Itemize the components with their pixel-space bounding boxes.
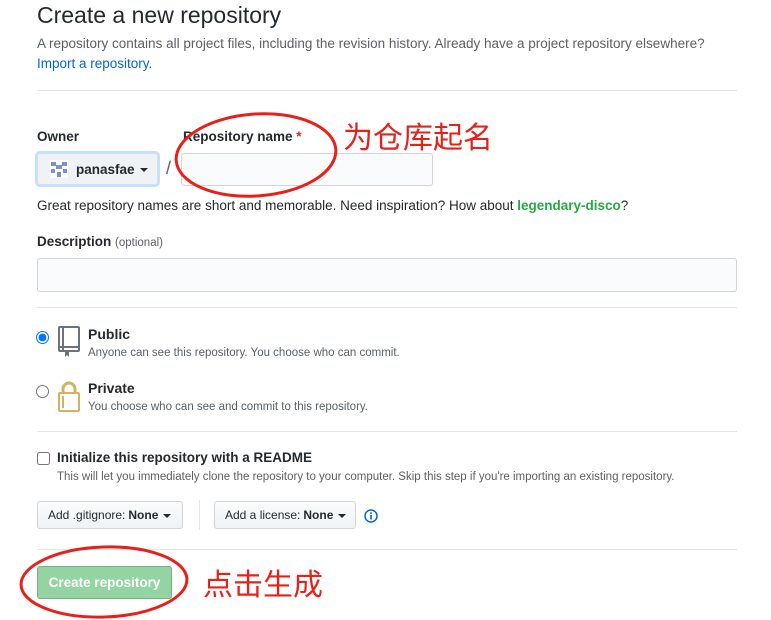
public-title[interactable]: Public [88, 326, 130, 342]
info-icon[interactable] [364, 509, 378, 523]
owner-repo-separator: / [166, 158, 172, 178]
divider [37, 307, 737, 308]
description-label-text: Description [37, 234, 112, 249]
annotation-name-note: 为仓库起名 [343, 121, 493, 156]
chevron-down-icon [139, 167, 148, 172]
create-repository-button[interactable]: Create repository [37, 566, 172, 599]
license-value: None [303, 508, 334, 522]
repository-name-input[interactable] [181, 153, 433, 186]
name-hint-text: Great repository names are short and mem… [37, 198, 514, 213]
description-input[interactable] [37, 258, 737, 292]
private-radio[interactable] [36, 385, 49, 398]
name-hint: Great repository names are short and mem… [37, 198, 628, 213]
name-suggestion-link[interactable]: legendary-disco [517, 198, 621, 213]
import-repository-link[interactable]: Import a repository. [37, 56, 152, 71]
owner-dropdown-button[interactable]: panasfae [37, 153, 158, 185]
license-dropdown-button[interactable]: Add a license: None [214, 501, 356, 529]
identicon-avatar [50, 160, 68, 178]
repository-name-label-text: Repository name [183, 129, 293, 144]
divider [37, 431, 737, 432]
annotation-create-note: 点击生成 [203, 568, 323, 603]
gitignore-value: None [128, 508, 159, 522]
vertical-divider [199, 500, 200, 530]
page-subtitle: A repository contains all project files,… [37, 34, 737, 74]
private-description: You choose who can see and commit to thi… [88, 401, 368, 413]
name-hint-end: ? [620, 198, 629, 213]
chevron-down-icon [338, 513, 347, 518]
owner-name: panasfae [76, 161, 135, 177]
chevron-down-icon [163, 513, 172, 518]
license-label: Add a license: [225, 508, 301, 522]
gitignore-label: Add .gitignore: [48, 508, 126, 522]
readme-description: This will let you immediately clone the … [57, 471, 675, 483]
subtitle-text: A repository contains all project files,… [37, 36, 705, 51]
public-radio[interactable] [36, 331, 49, 344]
description-label: Description (optional) [37, 234, 163, 249]
optional-note: (optional) [115, 237, 163, 249]
divider [37, 549, 737, 550]
readme-title[interactable]: Initialize this repository with a README [57, 450, 312, 465]
divider [37, 90, 737, 91]
page-title: Create a new repository [37, 2, 282, 28]
repository-name-label: Repository name * [183, 129, 302, 144]
readme-checkbox[interactable] [37, 452, 50, 465]
owner-label: Owner [37, 129, 80, 144]
private-title[interactable]: Private [88, 380, 135, 396]
required-mark: * [296, 129, 302, 144]
repo-book-icon [58, 326, 80, 357]
lock-icon [58, 381, 80, 412]
public-description: Anyone can see this repository. You choo… [88, 347, 400, 359]
gitignore-dropdown-button[interactable]: Add .gitignore: None [37, 501, 183, 529]
